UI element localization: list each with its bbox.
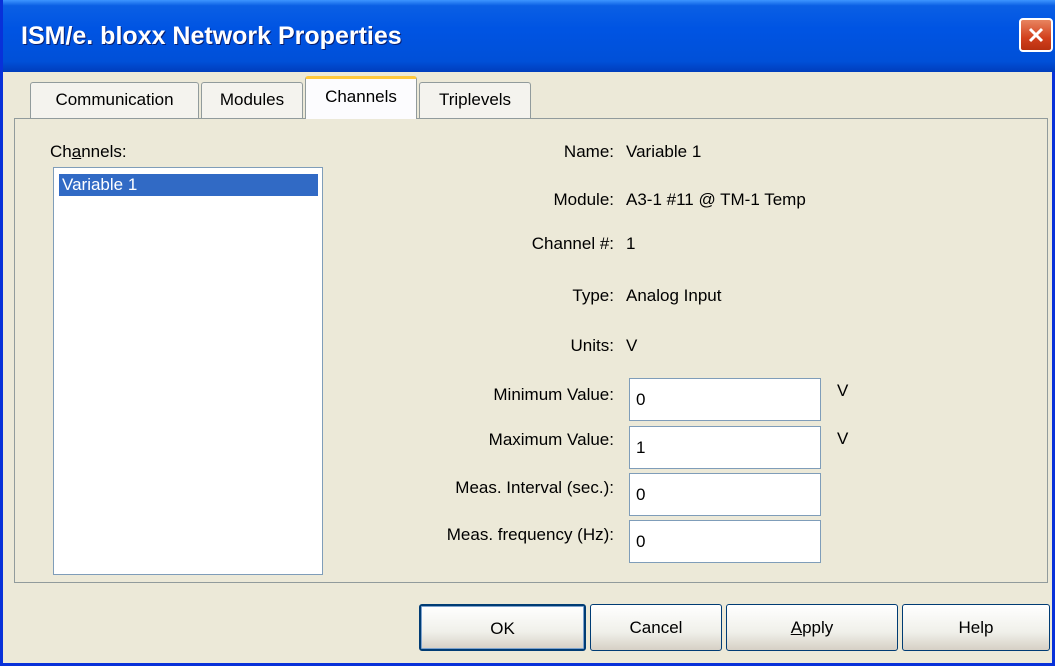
module-label: Module: [553, 190, 614, 209]
dialog-window: ISM/e. bloxx Network Properties Communic… [0, 0, 1055, 666]
frequency-label: Meas. frequency (Hz): [446, 525, 614, 544]
units-label: Units: [570, 336, 614, 355]
min-value-label: Minimum Value: [493, 385, 614, 404]
tab-triplevels-label: Triplevels [438, 90, 512, 109]
name-value: Variable 1 [626, 142, 702, 161]
frequency-field[interactable]: 0 [629, 520, 821, 563]
tab-modules[interactable]: Modules [201, 82, 303, 118]
channel-number-value: 1 [626, 234, 636, 253]
max-value-field[interactable]: 1 [629, 426, 821, 469]
apply-mnemonic: A [790, 618, 803, 637]
apply-button[interactable]: Apply [726, 604, 898, 651]
apply-label: pply [802, 618, 834, 637]
title-bar[interactable]: ISM/e. bloxx Network Properties [3, 0, 1055, 72]
cancel-button[interactable]: Cancel [590, 604, 722, 651]
type-label: Type: [572, 286, 614, 305]
window-title: ISM/e. bloxx Network Properties [21, 22, 402, 50]
max-value-label: Maximum Value: [488, 430, 614, 449]
list-item[interactable]: Variable 1 [59, 174, 318, 196]
min-value-field[interactable]: 0 [629, 378, 821, 421]
close-icon [1028, 27, 1044, 43]
units-value: V [626, 336, 638, 355]
channels-label: Channels: [50, 142, 127, 161]
channel-number-label: Channel #: [531, 234, 614, 253]
interval-label: Meas. Interval (sec.): [455, 478, 614, 497]
tab-channels-label: Channels [325, 87, 397, 106]
min-unit: V [837, 381, 849, 400]
tab-communication[interactable]: Communication [30, 82, 199, 118]
help-button[interactable]: Help [902, 604, 1050, 651]
module-value: A3-1 #11 @ TM-1 Temp [626, 190, 806, 209]
name-label: Name: [563, 142, 614, 161]
tab-triplevels[interactable]: Triplevels [419, 82, 531, 118]
channels-listbox[interactable]: Variable 1 [53, 167, 323, 575]
close-button[interactable] [1019, 18, 1053, 52]
tab-communication-label: Communication [55, 90, 174, 109]
max-unit: V [837, 429, 849, 448]
ok-button[interactable]: OK [419, 604, 586, 651]
interval-field[interactable]: 0 [629, 473, 821, 516]
tab-channels[interactable]: Channels [305, 76, 417, 119]
type-value: Analog Input [626, 286, 722, 305]
tab-modules-label: Modules [219, 90, 285, 109]
